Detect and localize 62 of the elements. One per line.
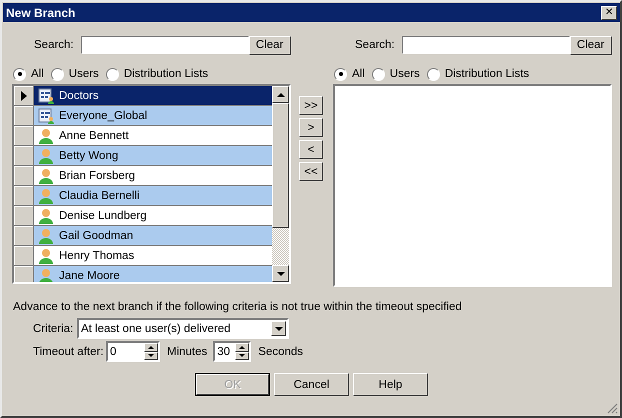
- radio-label: Users: [68, 68, 99, 80]
- row-header[interactable]: [14, 86, 34, 106]
- user-icon: [38, 208, 54, 224]
- minutes-label: Minutes: [167, 346, 208, 358]
- list-row[interactable]: Brian Forsberg: [34, 166, 272, 186]
- clear-button[interactable]: Clear: [248, 36, 291, 54]
- list-row[interactable]: Jane Moore: [34, 266, 272, 282]
- radio-button[interactable]: [13, 68, 26, 80]
- radio-button[interactable]: [106, 68, 119, 80]
- list-row[interactable]: Gail Goodman: [34, 226, 272, 246]
- list-row[interactable]: Claudia Bernelli: [34, 186, 272, 206]
- radio-label: Distribution Lists: [444, 68, 530, 80]
- window-title: New Branch: [6, 6, 76, 20]
- list-row[interactable]: Henry Thomas: [34, 246, 272, 266]
- radio-label: All: [31, 68, 44, 80]
- scroll-up-icon[interactable]: [276, 92, 284, 96]
- radio-label: All: [352, 68, 365, 80]
- minutes-spinner[interactable]: 0: [106, 341, 160, 362]
- close-button[interactable]: ✕: [601, 6, 617, 20]
- move-button[interactable]: <: [299, 140, 323, 159]
- scrollbar[interactable]: [272, 86, 289, 282]
- move-button[interactable]: >>: [299, 96, 323, 115]
- row-indicator-icon: [20, 90, 26, 100]
- search-label: Search:: [355, 39, 395, 51]
- search-field[interactable]: [402, 36, 570, 54]
- instruction-text: Advance to the next branch if the following criteria is not true within the timeout specified: [13, 301, 463, 315]
- user-icon: [38, 128, 54, 144]
- list-row[interactable]: Betty Wong: [34, 146, 272, 166]
- group-list-icon: [38, 108, 54, 124]
- list-row[interactable]: Anne Bennett: [34, 126, 272, 146]
- clear-button[interactable]: Clear: [570, 36, 612, 54]
- radio-button[interactable]: [50, 68, 64, 80]
- user-icon: [38, 148, 54, 164]
- user-icon: [38, 268, 54, 282]
- radio-label: Distribution Lists: [124, 68, 208, 80]
- resize-grip-icon[interactable]: [606, 402, 618, 414]
- list-row[interactable]: Denise Lundberg: [34, 206, 272, 226]
- scroll-thumb[interactable]: [272, 103, 289, 228]
- dropdown-arrow-icon: [274, 326, 282, 330]
- user-icon: [38, 248, 54, 264]
- user-icon: [38, 228, 54, 244]
- dialog-button[interactable]: Cancel: [274, 373, 349, 396]
- radio-button[interactable]: [334, 68, 347, 80]
- seconds-spinner[interactable]: 30: [213, 341, 252, 362]
- user-icon: [38, 168, 54, 184]
- radio-label: Users: [390, 68, 420, 80]
- criteria-label: Criteria:: [33, 322, 74, 334]
- move-button[interactable]: >: [299, 118, 323, 137]
- radio-button[interactable]: [372, 68, 385, 80]
- seconds-label: Seconds: [258, 346, 304, 358]
- criteria-dropdown[interactable]: At least one user(s) delivered: [77, 318, 289, 339]
- search-field[interactable]: [80, 36, 249, 54]
- group-list-icon: [38, 88, 54, 104]
- user-icon: [38, 188, 54, 204]
- radio-button[interactable]: [426, 68, 440, 80]
- dialog-button[interactable]: Help: [353, 373, 428, 396]
- move-button[interactable]: <<: [299, 162, 323, 181]
- list-row[interactable]: Doctors: [34, 86, 272, 106]
- timeout-label: Timeout after:: [33, 346, 105, 358]
- search-label: Search:: [34, 39, 74, 51]
- list-row[interactable]: Everyone_Global: [34, 106, 272, 126]
- scroll-down-icon[interactable]: [276, 272, 284, 276]
